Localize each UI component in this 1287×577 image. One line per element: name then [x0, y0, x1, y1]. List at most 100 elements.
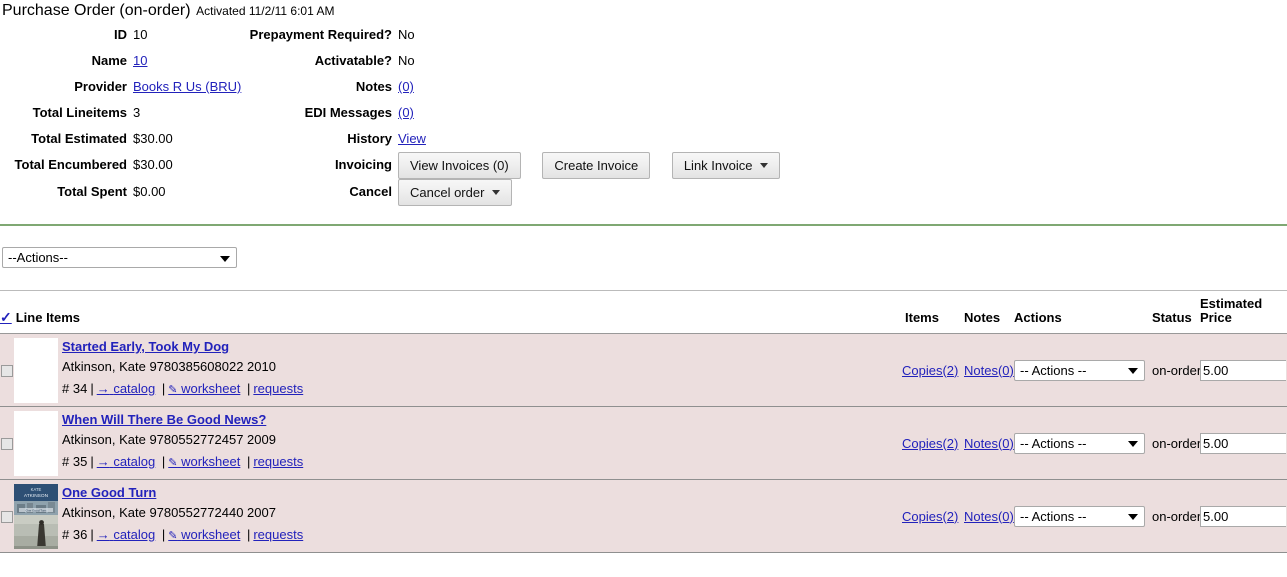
value-total-lineitems: 3: [133, 105, 141, 120]
column-header-actions: Actions: [1014, 290, 1153, 335]
catalog-link[interactable]: → catalog: [97, 454, 156, 469]
line-item-links: # 36 | → catalog | ✎ worksheet | requests: [62, 527, 304, 543]
row-actions-select-value: -- Actions --: [1020, 362, 1087, 378]
line-item-title-link[interactable]: Started Early, Took My Dog: [62, 339, 229, 354]
estimated-price-input[interactable]: 5.00: [1200, 505, 1287, 527]
line-items-section: ✓ Line Items Items Notes Actions Status E…: [0, 290, 1287, 554]
requests-link[interactable]: requests: [253, 454, 303, 469]
copies-link[interactable]: Copies(2): [902, 436, 958, 451]
copies-cell: Copies(2): [902, 479, 965, 554]
column-header-notes: Notes: [964, 290, 1015, 335]
notes-link[interactable]: (0): [398, 79, 414, 94]
row-checkbox-cell: [0, 479, 14, 554]
label-name: Name: [91, 53, 127, 68]
cover-image-cell: [14, 406, 62, 481]
actions-select[interactable]: --Actions--: [2, 247, 237, 269]
status-cell: on-order: [1152, 333, 1201, 408]
create-invoice-button[interactable]: Create Invoice: [542, 152, 651, 180]
estimated-price-input[interactable]: 5.00: [1200, 432, 1287, 454]
history-view-link[interactable]: View: [398, 131, 426, 146]
label-edi-messages: EDI Messages: [304, 105, 392, 120]
line-item-details-cell: One Good Turn Atkinson, Kate 978055277244…: [62, 479, 903, 554]
summary-row-provider: Provider Books R Us (BRU) Notes (0): [0, 74, 1287, 100]
line-item-details-cell: Started Early, Took My Dog Atkinson, Kate…: [62, 333, 903, 408]
notes-link[interactable]: Notes(0): [964, 509, 1014, 524]
chevron-down-icon: [1128, 514, 1139, 521]
row-checkbox[interactable]: [1, 511, 13, 524]
svg-text:One Good Turn: One Good Turn: [26, 508, 47, 512]
row-actions-select[interactable]: -- Actions --: [1014, 432, 1146, 454]
select-all-check-icon[interactable]: ✓: [0, 310, 12, 324]
label-activatable: Activatable?: [314, 53, 392, 68]
link-invoice-button[interactable]: Link Invoice: [671, 152, 781, 180]
catalog-link[interactable]: → catalog: [97, 381, 156, 396]
label-invoicing-text: Invoicing: [334, 157, 392, 172]
estimated-price-cell: 5.00: [1200, 333, 1287, 408]
estimated-price-input[interactable]: 5.00: [1200, 359, 1287, 381]
line-item-title-link[interactable]: When Will There Be Good News?: [62, 412, 266, 427]
worksheet-link[interactable]: ✎ worksheet: [168, 381, 240, 396]
pencil-icon: ✎: [168, 384, 178, 397]
view-invoices-button[interactable]: View Invoices (0): [398, 152, 521, 180]
row-checkbox[interactable]: [1, 438, 13, 451]
notes-link[interactable]: Notes(0): [964, 436, 1014, 451]
book-cover-placeholder: [14, 337, 58, 403]
book-cover-image: KATEATKINSON One Good Turn: [14, 483, 58, 549]
line-item-number: # 34: [62, 381, 88, 397]
chevron-down-icon: [1128, 368, 1139, 375]
notes-link[interactable]: Notes(0): [964, 363, 1014, 378]
column-header-status: Status: [1152, 290, 1201, 335]
label-provider: Provider: [74, 79, 127, 94]
svg-text:KATE: KATE: [31, 487, 42, 492]
summary-row-total-estimated: Total Estimated $30.00 History View: [0, 126, 1287, 152]
worksheet-link[interactable]: ✎ worksheet: [168, 454, 240, 469]
label-prepayment-required: Prepayment Required?: [249, 27, 392, 42]
summary-row-total-encumbered: Total Encumbered $30.00 Invoicing View I…: [0, 152, 1287, 180]
worksheet-link[interactable]: ✎ worksheet: [168, 527, 240, 542]
row-checkbox-cell: [0, 333, 14, 408]
table-row: Started Early, Took My Dog Atkinson, Kate…: [0, 333, 1287, 408]
worksheet-link-label: worksheet: [181, 454, 241, 470]
svg-text:ATKINSON: ATKINSON: [24, 493, 49, 499]
actions-select-value: --Actions--: [8, 250, 68, 266]
notes-cell: Notes(0): [964, 333, 1015, 408]
label-total-lineitems: Total Lineitems: [32, 105, 127, 120]
po-title-text: Purchase Order (on-order): [2, 2, 191, 19]
row-checkbox[interactable]: [1, 365, 13, 378]
value-notes: (0): [398, 74, 1287, 100]
view-invoices-label: View Invoices (0): [410, 158, 509, 174]
edi-messages-link[interactable]: (0): [398, 105, 414, 120]
line-item-title-link[interactable]: One Good Turn: [62, 485, 156, 500]
summary-row-total-lineitems: Total Lineitems 3 EDI Messages (0): [0, 100, 1287, 126]
requests-link[interactable]: requests: [253, 381, 303, 396]
requests-link[interactable]: requests: [253, 527, 303, 542]
line-item-links: # 35 | → catalog | ✎ worksheet | requests: [62, 454, 304, 470]
row-actions-select[interactable]: -- Actions --: [1014, 505, 1146, 527]
catalog-link[interactable]: → catalog: [97, 527, 156, 542]
label-cancel: Cancel: [245, 179, 398, 206]
status-cell: on-order: [1152, 406, 1201, 481]
row-actions-select-value: -- Actions --: [1020, 435, 1087, 451]
cancel-order-label: Cancel order: [410, 185, 485, 201]
row-checkbox-cell: [0, 406, 14, 481]
cancel-order-button[interactable]: Cancel order: [398, 179, 513, 207]
worksheet-link-label: worksheet: [181, 527, 241, 543]
summary-row-total-spent: Total Spent $0.00 Cancel Cancel order: [0, 179, 1287, 207]
copies-link[interactable]: Copies(2): [902, 363, 958, 378]
name-link[interactable]: 10: [133, 53, 147, 68]
copies-link[interactable]: Copies(2): [902, 509, 958, 524]
value-prepayment-required: No: [398, 27, 415, 42]
label-notes: Notes: [355, 79, 392, 94]
page-title: Purchase Order (on-order) Activated 11/2…: [0, 0, 1287, 20]
label-id: ID: [114, 27, 127, 42]
row-actions-select[interactable]: -- Actions --: [1014, 359, 1146, 381]
value-activatable: No: [398, 53, 415, 68]
line-item-links: # 34 | → catalog | ✎ worksheet | requests: [62, 381, 304, 397]
notes-cell: Notes(0): [964, 406, 1015, 481]
line-items-body: Started Early, Took My Dog Atkinson, Kate…: [0, 333, 1287, 554]
pencil-icon: ✎: [168, 457, 178, 470]
line-item-meta: Atkinson, Kate 9780385608022 2010: [62, 359, 276, 375]
provider-link[interactable]: Books R Us (BRU): [133, 79, 241, 94]
value-total-estimated: $30.00: [133, 131, 173, 146]
row-actions-select-value: -- Actions --: [1020, 508, 1087, 524]
